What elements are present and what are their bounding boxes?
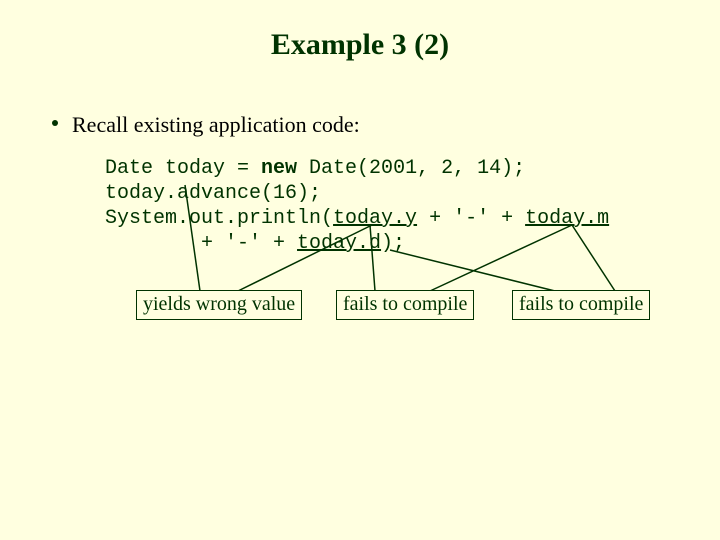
slide: Example 3 (2) Recall existing applicatio… bbox=[0, 0, 720, 540]
code-l4c: ); bbox=[381, 232, 405, 255]
code-today-y: today.y bbox=[333, 207, 417, 230]
callout-wrong-value: yields wrong value bbox=[136, 290, 302, 320]
bullet-item: Recall existing application code: bbox=[72, 112, 360, 138]
code-l3a: System.out.println( bbox=[105, 207, 333, 230]
code-today-d: today.d bbox=[297, 232, 381, 255]
code-l4a: + '-' + bbox=[105, 232, 297, 255]
callout-fails-compile-1: fails to compile bbox=[336, 290, 474, 320]
code-l3c: + '-' + bbox=[417, 207, 525, 230]
slide-title: Example 3 (2) bbox=[0, 28, 720, 62]
callout-fails-compile-2: fails to compile bbox=[512, 290, 650, 320]
callout-arrows bbox=[0, 0, 720, 540]
code-l1c: Date(2001, 2, 14); bbox=[297, 157, 525, 180]
code-block: Date today = new Date(2001, 2, 14); toda… bbox=[105, 156, 609, 256]
code-l1a: Date today = bbox=[105, 157, 261, 180]
code-l2: today.advance(16); bbox=[105, 182, 321, 205]
code-today-m: today.m bbox=[525, 207, 609, 230]
bullet-dot-icon bbox=[52, 120, 58, 126]
bullet-text: Recall existing application code: bbox=[72, 112, 360, 137]
code-l1b-keyword: new bbox=[261, 157, 297, 180]
